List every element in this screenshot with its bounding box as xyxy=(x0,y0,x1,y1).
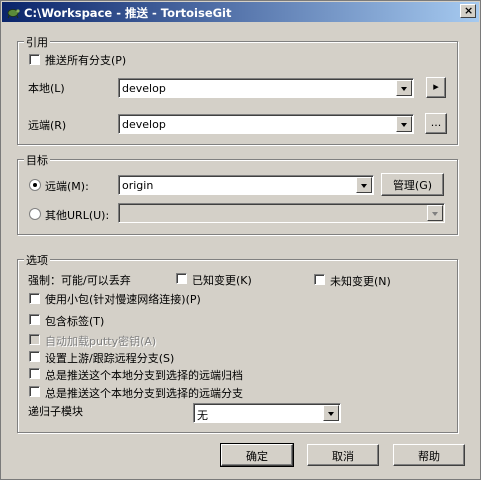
browse-remote-branch-button[interactable]: ... xyxy=(425,113,447,134)
local-branch-select[interactable]: develop xyxy=(118,78,414,98)
help-button[interactable]: 帮助 xyxy=(393,444,465,466)
remote-branch-select[interactable]: develop xyxy=(118,114,414,134)
chevron-down-icon[interactable] xyxy=(396,80,412,96)
ref-group-label: 引用 xyxy=(24,34,50,50)
recurse-submodules-value: 无 xyxy=(197,409,208,422)
close-button[interactable]: × xyxy=(460,4,476,18)
window-title: C:\Workspace - 推送 - TortoiseGit xyxy=(24,6,232,20)
push-all-branches-checkbox[interactable] xyxy=(29,54,40,65)
always-push-archive-label: 总是推送这个本地分支到选择的远端归档 xyxy=(45,369,243,382)
autoload-putty-checkbox xyxy=(29,334,40,345)
known-changes-label: 已知变更(K) xyxy=(192,274,252,287)
tortoise-icon xyxy=(7,9,20,19)
browse-button-label: ... xyxy=(430,116,442,129)
unknown-changes-checkbox[interactable] xyxy=(314,274,325,285)
remote-select[interactable]: origin xyxy=(118,175,374,195)
help-button-label: 帮助 xyxy=(418,450,440,463)
remote-radio-label: 远端(M): xyxy=(45,180,89,193)
recurse-submodules-label: 递归子模块 xyxy=(28,405,83,418)
always-push-branch-label: 总是推送这个本地分支到选择的远端分支 xyxy=(45,387,243,400)
ok-button-label: 确定 xyxy=(246,450,268,463)
known-changes-checkbox[interactable] xyxy=(176,273,187,284)
radio-selected-dot xyxy=(33,183,37,187)
unknown-changes-label: 未知变更(N) xyxy=(330,275,391,288)
other-url-radio[interactable] xyxy=(29,208,41,220)
push-all-branches-label: 推送所有分支(P) xyxy=(45,54,127,67)
chevron-down-icon[interactable] xyxy=(396,116,412,132)
other-url-radio-label: 其他URL(U): xyxy=(45,209,110,222)
local-label: 本地(L) xyxy=(28,82,65,95)
target-group-label: 目标 xyxy=(24,152,50,168)
ok-button[interactable]: 确定 xyxy=(220,443,294,467)
select-branch-button[interactable]: ▸ xyxy=(426,77,446,98)
options-group-label: 选项 xyxy=(24,252,50,268)
remote-value: origin xyxy=(122,179,154,192)
always-push-branch-checkbox[interactable] xyxy=(29,386,40,397)
cancel-button[interactable]: 取消 xyxy=(307,444,379,466)
arrow-right-icon: ▸ xyxy=(433,80,439,93)
target-group: 目标 xyxy=(17,152,458,235)
include-tags-label: 包含标签(T) xyxy=(45,315,105,328)
cancel-button-label: 取消 xyxy=(332,450,354,463)
chevron-down-icon[interactable] xyxy=(356,177,372,193)
remote-radio[interactable] xyxy=(29,179,41,191)
chevron-down-icon xyxy=(427,205,443,221)
chevron-down-icon[interactable] xyxy=(323,405,339,421)
set-upstream-checkbox[interactable] xyxy=(29,351,40,362)
recurse-submodules-select[interactable]: 无 xyxy=(193,403,341,423)
autoload-putty-label: 自动加载putty密钥(A) xyxy=(45,335,157,348)
local-branch-value: develop xyxy=(122,82,166,95)
include-tags-checkbox[interactable] xyxy=(29,314,40,325)
title-bar[interactable]: C:\Workspace - 推送 - TortoiseGit × xyxy=(2,2,479,22)
push-dialog-window: C:\Workspace - 推送 - TortoiseGit × 引用 推送所… xyxy=(0,0,481,480)
thin-pack-label: 使用小包(针对慢速网络连接)(P) xyxy=(45,293,201,306)
set-upstream-label: 设置上游/跟踪远程分支(S) xyxy=(45,352,175,365)
thin-pack-checkbox[interactable] xyxy=(29,293,40,304)
always-push-archive-checkbox[interactable] xyxy=(29,368,40,379)
manage-remotes-button[interactable]: 管理(G) xyxy=(381,173,444,196)
remote-branch-value: develop xyxy=(122,118,166,131)
force-label: 强制：可能/可以丢弃 xyxy=(28,274,131,287)
manage-button-label: 管理(G) xyxy=(392,179,433,192)
other-url-select xyxy=(118,203,445,223)
remote-label: 远端(R) xyxy=(28,119,67,132)
close-icon: × xyxy=(464,4,474,17)
